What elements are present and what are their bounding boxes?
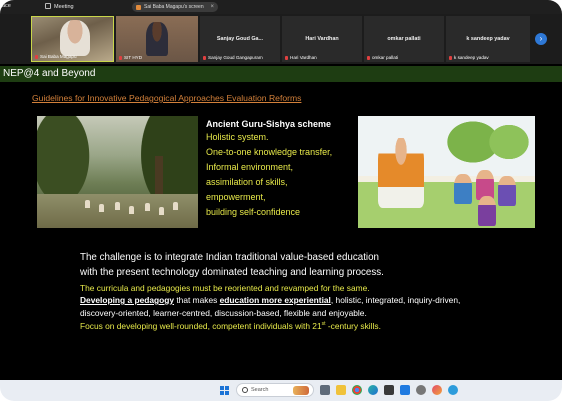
participant-name: Hari Vardhan <box>290 55 317 60</box>
student-figure <box>478 196 496 226</box>
edge-icon[interactable] <box>368 385 378 395</box>
pedagogy-line-2: discovery-oriented, learner-centred, dis… <box>80 308 367 318</box>
participant-name: Sai Baba Magapu <box>40 54 77 59</box>
tree <box>486 122 532 162</box>
figure <box>99 204 104 212</box>
windows-logo-tile <box>225 391 229 395</box>
search-icon <box>242 387 248 393</box>
close-icon[interactable]: × <box>210 4 214 10</box>
participant-tile-video[interactable]: SIT HYD <box>116 16 198 62</box>
taskbar-search-box[interactable]: Search <box>236 383 314 397</box>
settings-icon[interactable] <box>416 385 426 395</box>
student-figure <box>454 174 472 204</box>
screen-share-indicator[interactable]: Sai Baba Magapu's screen × <box>132 2 218 12</box>
screen-share-label: Sai Baba Magapu's screen <box>144 4 204 10</box>
participant-tile[interactable]: omkar pallati omkar pallati <box>364 16 444 62</box>
figure <box>115 202 120 210</box>
curricula-line: The curricula and pedagogies must be reo… <box>80 283 370 293</box>
windows-start-icon[interactable] <box>220 386 229 395</box>
pedagogy-prefix: Developing a pedagogy <box>80 295 175 305</box>
participant-name: Sanjay Goud Gangapuram <box>208 55 263 60</box>
ground <box>37 194 198 228</box>
mail-icon[interactable] <box>400 385 410 395</box>
mic-muted-icon <box>119 55 122 60</box>
participant-strip: Sai Baba Magapu SIT HYD Sanjay Goud Ga..… <box>0 14 562 64</box>
participant-name-row: omkar pallati <box>367 55 398 60</box>
challenge-line: with the present technology dominated te… <box>80 267 384 278</box>
windows-logo-tile <box>220 386 224 390</box>
pedagogy-line: Developing a pedagogy that makes educati… <box>80 295 460 305</box>
chat-icon[interactable] <box>432 385 442 395</box>
participant-title: omkar pallati <box>387 36 421 42</box>
chrome-icon[interactable] <box>352 385 362 395</box>
focus-prefix: Focus on developing well-rounded, compet… <box>80 321 322 331</box>
participant-video <box>60 20 90 56</box>
scheme-point: Holistic system. <box>206 132 269 142</box>
mic-muted-icon <box>203 55 206 60</box>
meeting-toolbar: ace Meeting Sai Baba Magapu's screen × <box>0 0 562 14</box>
pedagogy-rest: , holistic, integrated, inquiry-driven, <box>330 295 461 305</box>
app-window: ace Meeting Sai Baba Magapu's screen × S… <box>0 0 562 401</box>
taskbar: Search <box>0 380 562 401</box>
search-highlight-image <box>293 386 309 395</box>
app-name: ace <box>2 3 11 9</box>
participant-tile[interactable]: k sandeep yadav k sandeep yadav <box>446 16 530 62</box>
participant-tile[interactable]: Hari Vardhan Hari Vardhan <box>282 16 362 62</box>
figure <box>145 203 150 211</box>
mic-muted-icon <box>285 55 288 60</box>
scheme-heading: Ancient Guru-Sishya scheme <box>206 119 332 129</box>
focus-line: Focus on developing well-rounded, compet… <box>80 321 381 331</box>
meeting-icon <box>45 3 51 9</box>
scheme-point: One-to-one knowledge transfer, <box>206 147 333 157</box>
mic-muted-icon <box>367 55 370 60</box>
participant-name: omkar pallati <box>372 55 399 60</box>
slide-title: NEP@4 and Beyond <box>3 68 96 79</box>
participant-title: Sanjay Goud Ga... <box>216 36 264 42</box>
participant-name-row: Sai Baba Magapu <box>35 54 77 59</box>
participant-tile[interactable]: Sanjay Goud Ga... Sanjay Goud Gangapuram <box>200 16 280 62</box>
participant-name-row: SIT HYD <box>119 55 142 60</box>
scheme-point: building self-confidence <box>206 207 301 217</box>
windows-logo-tile <box>220 391 224 395</box>
scheme-point: assimilation of skills, <box>206 177 288 187</box>
participant-name: SIT HYD <box>124 55 143 60</box>
mic-muted-icon <box>35 54 38 59</box>
scheme-point: empowerment, <box>206 192 266 202</box>
next-participants-button[interactable]: › <box>535 33 547 45</box>
participant-title: k sandeep yadav <box>466 36 510 42</box>
challenge-line: The challenge is to integrate Indian tra… <box>80 252 380 263</box>
participant-tile-video[interactable]: Sai Baba Magapu <box>31 16 114 62</box>
guideline-link[interactable]: Guidelines for Innovative Pedagogical Ap… <box>32 93 301 103</box>
search-placeholder: Search <box>251 387 269 393</box>
store-icon[interactable] <box>384 385 394 395</box>
windows-logo-tile <box>225 386 229 390</box>
participant-title: Hari Vardhan <box>305 36 339 42</box>
screen-share-icon <box>136 4 141 10</box>
pedagogy-emphasis: education more experiential <box>219 295 331 305</box>
guru-figure <box>378 138 424 208</box>
forest-gurukul-image <box>37 116 198 228</box>
participant-name-row: k sandeep yadav <box>449 55 489 60</box>
figure <box>85 200 90 208</box>
participant-video <box>146 22 168 56</box>
shared-slide: NEP@4 and Beyond Guidelines for Innovati… <box>0 64 562 380</box>
figure <box>173 202 178 210</box>
participant-name-row: Sanjay Goud Gangapuram <box>203 55 263 60</box>
slide-title-bar: NEP@4 and Beyond <box>0 66 562 82</box>
meeting-label[interactable]: Meeting <box>54 4 74 10</box>
figure <box>129 206 134 214</box>
pedagogy-mid: that makes <box>174 295 220 305</box>
app-icon[interactable] <box>448 385 458 395</box>
scheme-point: Informal environment, <box>206 162 294 172</box>
participant-name: k sandeep yadav <box>454 55 489 60</box>
guru-sishya-illustration <box>358 116 535 228</box>
file-explorer-icon[interactable] <box>336 385 346 395</box>
task-view-icon[interactable] <box>320 385 330 395</box>
figure <box>159 207 164 215</box>
participant-name-row: Hari Vardhan <box>285 55 317 60</box>
mic-muted-icon <box>449 55 452 60</box>
student-figure <box>498 176 516 206</box>
focus-suffix: -century skills. <box>325 321 381 331</box>
